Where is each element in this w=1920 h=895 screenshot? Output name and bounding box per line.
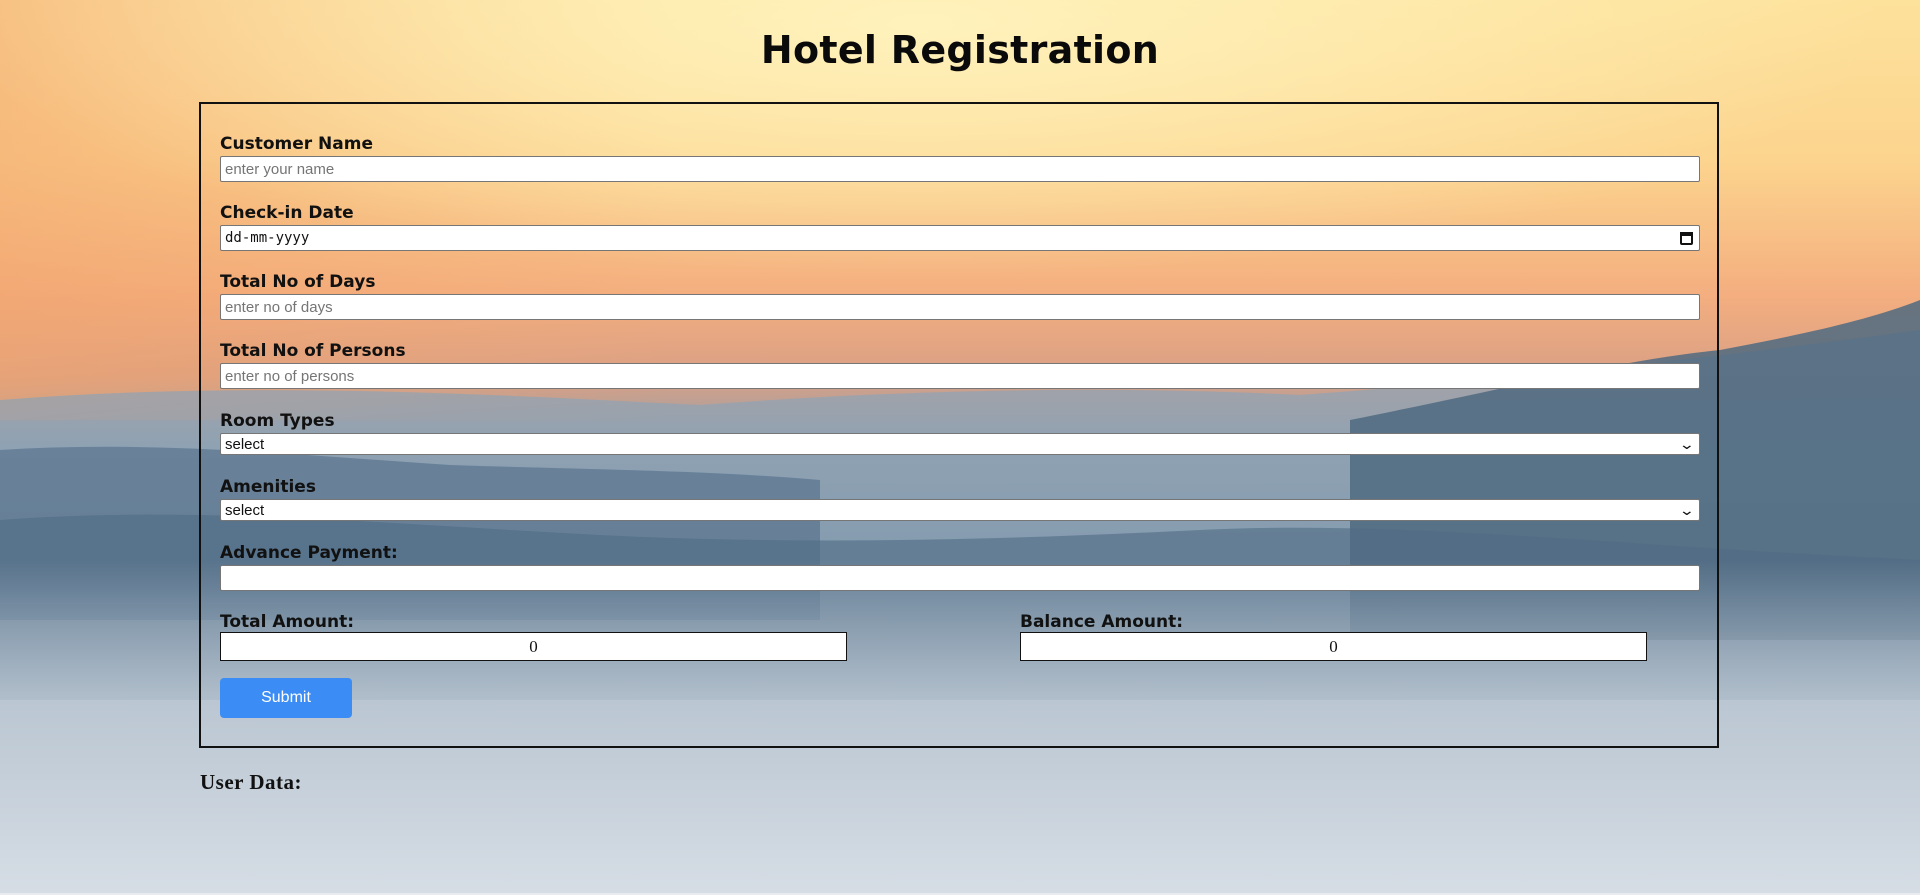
calendar-icon[interactable]: [1680, 231, 1693, 245]
total-persons-input[interactable]: enter no of persons: [220, 363, 1700, 389]
customer-name-placeholder: enter your name: [225, 160, 335, 178]
total-persons-label: Total No of Persons: [220, 341, 406, 361]
checkin-date-placeholder: dd-mm-yyyy: [225, 230, 310, 246]
checkin-date-label: Check-in Date: [220, 203, 354, 223]
total-amount-field[interactable]: 0: [220, 632, 847, 661]
total-persons-placeholder: enter no of persons: [225, 367, 355, 385]
balance-amount-field[interactable]: 0: [1020, 632, 1647, 661]
total-days-label: Total No of Days: [220, 272, 376, 292]
customer-name-label: Customer Name: [220, 134, 373, 154]
advance-payment-label: Advance Payment:: [220, 543, 398, 563]
user-data-heading: User Data:: [200, 770, 303, 794]
amenities-selected: select: [225, 501, 265, 519]
chevron-down-icon: ⌄: [1678, 435, 1696, 452]
customer-name-input[interactable]: enter your name: [220, 156, 1700, 182]
page-title: Hotel Registration: [760, 28, 1160, 72]
chevron-down-icon: ⌄: [1678, 501, 1696, 518]
balance-amount-label: Balance Amount:: [1020, 612, 1184, 632]
total-days-placeholder: enter no of days: [225, 298, 333, 316]
room-types-selected: select: [225, 435, 265, 453]
room-types-label: Room Types: [220, 411, 335, 431]
amenities-select[interactable]: select ⌄: [220, 499, 1700, 521]
submit-button[interactable]: Submit: [220, 678, 352, 718]
advance-payment-input[interactable]: [220, 565, 1700, 591]
amenities-label: Amenities: [220, 477, 316, 497]
checkin-date-input[interactable]: dd-mm-yyyy: [220, 225, 1700, 251]
total-days-input[interactable]: enter no of days: [220, 294, 1700, 320]
total-amount-label: Total Amount:: [220, 612, 355, 632]
room-types-select[interactable]: select ⌄: [220, 433, 1700, 455]
